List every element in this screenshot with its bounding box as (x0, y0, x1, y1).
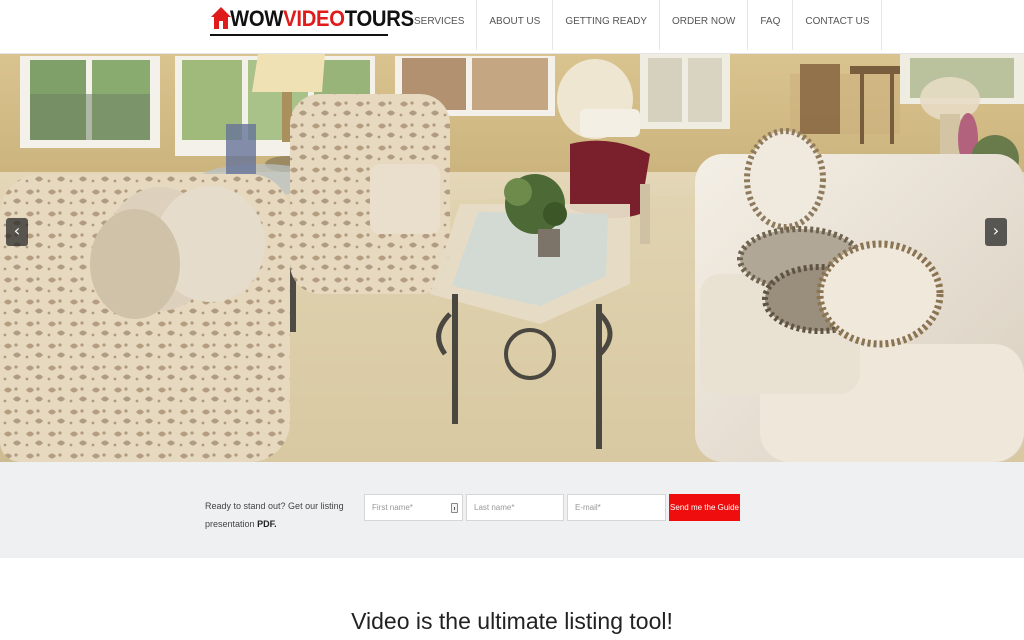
logo-text-wow: WOW (230, 6, 284, 31)
nav-item-about-us[interactable]: ABOUT US (476, 0, 552, 50)
first-name-placeholder: First name* (372, 503, 413, 512)
site-logo[interactable]: WOWVIDEOTOURS (208, 4, 414, 36)
nav-item-faq[interactable]: FAQ (747, 0, 792, 50)
logo-underline (210, 34, 388, 36)
send-guide-button[interactable]: Send me the Guide (669, 494, 740, 521)
main-nav: SERVICES ABOUT US GETTING READY ORDER NO… (402, 0, 883, 50)
signup-prompt-pdf: PDF. (257, 519, 277, 529)
house-icon (211, 7, 231, 29)
last-name-field[interactable]: Last name* (466, 494, 564, 521)
nav-item-order-now[interactable]: ORDER NOW (659, 0, 747, 50)
email-field[interactable]: E-mail* (567, 494, 666, 521)
nav-item-getting-ready[interactable]: GETTING READY (552, 0, 659, 50)
slider-prev-button[interactable]: ‹ (6, 218, 28, 246)
last-name-placeholder: Last name* (474, 503, 515, 512)
email-placeholder: E-mail* (575, 503, 601, 512)
chevron-right-icon: › (992, 221, 1000, 240)
hero-image (0, 54, 1024, 462)
nav-item-contact-us[interactable]: CONTACT US (792, 0, 883, 50)
autofill-icon[interactable] (451, 503, 458, 513)
first-name-field[interactable]: First name* (364, 494, 463, 521)
logo-text-video: VIDEO (283, 6, 345, 31)
nav-item-services[interactable]: SERVICES (402, 0, 476, 50)
guide-signup-band: Ready to stand out? Get our listing pres… (0, 462, 1024, 558)
slider-next-button[interactable]: › (985, 218, 1007, 246)
signup-prompt: Ready to stand out? Get our listing pres… (205, 497, 355, 533)
site-header: WOWVIDEOTOURS SERVICES ABOUT US GETTING … (0, 0, 1024, 54)
chevron-left-icon: ‹ (13, 221, 21, 240)
section-headline: Video is the ultimate listing tool! (351, 608, 673, 634)
hero-slider: ‹ › (0, 54, 1024, 462)
